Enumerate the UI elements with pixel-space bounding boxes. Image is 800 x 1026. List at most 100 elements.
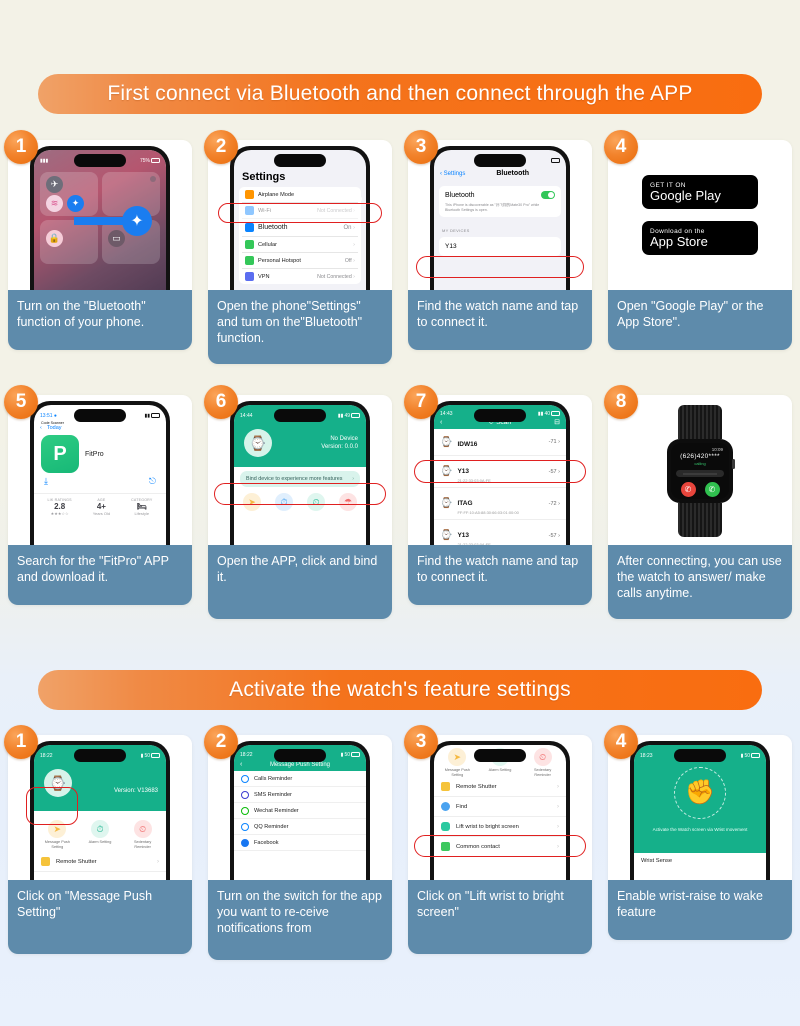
share-icon[interactable]: ⎋ [149,476,156,487]
row-label: Airplane Mode [258,191,295,198]
download-icon[interactable]: ⤓ [44,476,48,487]
cellular-icon [245,240,254,249]
rotation-lock-icon[interactable]: 🔒 [46,230,63,247]
back-icon[interactable]: ‹ [440,419,442,426]
tile-sedentary[interactable]: ⏲ Sedentary Reminder [526,748,560,777]
back-icon[interactable]: ‹ [240,761,242,768]
step-card-8[interactable]: 8 10:09 (626)420**** calling ✆ ✆ After c… [600,385,800,619]
tile-message-push[interactable]: ➤ [236,493,268,513]
device-row[interactable]: ⌚ Y13 21:22:33:03:0A:FE -57 › [434,520,566,545]
step-card-1[interactable]: 1 ▮▮▮ 75% ✈ ≋ ✦ 🔒 ▭ ✦ Turn on the "Bluet… [0,130,200,364]
device-row[interactable]: ⌚ ITAG FF:FF:10:A5:88:30:66:03:01:00:00 … [434,488,566,520]
wifi-icon[interactable]: ≋ [46,195,63,212]
watch-icon: ⌚ [440,530,453,541]
settings-row-vpn[interactable]: VPN Not Connected › [242,269,358,284]
volume-slider[interactable] [676,470,724,477]
tile-message-push[interactable]: ➤ Message Push Setting [40,820,74,849]
battery-label: 75% [139,157,150,164]
step-card-7[interactable]: 7 14:43 ▮▮ 40 ‹ ⟳ Scan ⊟ ⌚ IDW16 -71 › ⌚… [400,385,600,619]
settings-row-airplane[interactable]: Airplane Mode [242,187,362,203]
tile-message-push[interactable]: ➤ Message Push Setting [440,748,474,777]
device-rssi: -72 [548,500,557,507]
tile-sedentary[interactable]: ⏲ [300,493,332,513]
phone-frame: 18:23 ▮ 50 ✊ Activate the Watch screen v… [630,741,770,880]
feature-card-4[interactable]: 4 18:23 ▮ 50 ✊ Activate the Watch screen… [600,725,800,960]
chevron-right-icon: › [557,783,559,790]
row-label: VPN [258,273,270,280]
airplane-mode-icon[interactable]: ✈ [46,176,63,193]
google-play-badge[interactable]: GET IT ON Google Play [642,175,758,209]
watch-screen: 10:09 (626)420**** calling ✆ ✆ [671,443,729,499]
app-name: FitPro [85,450,104,458]
phone-notch [674,749,726,762]
orientation-tile[interactable]: 🔒 [40,220,98,264]
nav-title: Bluetooth [496,170,530,177]
screen-mirroring-icon[interactable]: ▭ [108,230,125,247]
bluetooth-toggle[interactable] [541,191,555,199]
settings-row-cellular[interactable]: Cellular › [242,237,358,253]
step-card-3[interactable]: 3 ‹ Settings Bluetooth Bluetooth This iP… [400,130,600,364]
tile-alarm[interactable]: ⏱ [268,493,300,513]
message-push-icon: ➤ [243,493,261,511]
smartwatch-screenshot: 10:09 (626)420**** calling ✆ ✆ [608,395,792,545]
row-value: Off [344,257,352,264]
feature-card-3[interactable]: 3 ➤ Message Push Setting ⏱ Alarm Setti [400,725,600,960]
step-card-2[interactable]: 2 Settings Airplane Mode Wi-Fi Not Conne… [200,130,400,364]
signal-icon: ▮▮▮ [40,157,49,164]
feature-row-find[interactable]: Find › [434,797,566,818]
clock-label: 18:22 [240,751,253,758]
step-card-6[interactable]: 6 14:44 ▮▮ 49 ⌚ No Device Version: 0.0.0… [200,385,400,619]
push-row-qq[interactable]: QQ Reminder [234,819,366,835]
push-row-sms[interactable]: SMS Reminder [234,787,366,803]
meta-age: AGE 4+ Years Old [92,498,111,516]
device-row-y13[interactable]: Y13 [439,237,561,256]
steps-row-2: 5 13:51 ● ▮▮ Code Scanner ‹ Today P FitP… [0,385,800,619]
wrist-sense-row[interactable]: Wrist Sense [634,853,766,869]
step-card-5[interactable]: 5 13:51 ● ▮▮ Code Scanner ‹ Today P FitP… [0,385,200,619]
row-label: QQ Reminder [254,823,289,830]
watch-crown[interactable] [732,459,735,469]
phone-notch [474,749,526,762]
feature-row-lift-wrist[interactable]: Lift wrist to bright screen › [434,817,566,838]
feature-row-common-contact[interactable]: Common contact › [434,837,566,858]
bluetooth-row-label: Bluetooth [445,191,475,199]
settings-row-hotspot[interactable]: Personal Hotspot Off › [242,253,358,269]
step-caption: Click on "Lift wrist to bright screen" [408,880,592,954]
tile-label: Sedentary Reminder [533,768,552,777]
feature-card-1[interactable]: 1 18:22 ▮ 50 ⌚ Version: V13683 ➤ Message… [0,725,200,960]
step-badge: 1 [4,130,38,164]
tile-sedentary[interactable]: ⏲ Sedentary Reminder [126,820,160,849]
feature-row-remote-shutter[interactable]: Remote Shutter › [34,852,166,873]
tile-alarm[interactable]: ⏱ Alarm Setting [83,820,117,849]
bluetooth-icon[interactable]: ✦ [67,195,84,212]
connectivity-tile[interactable]: ✈ ≋ ✦ [40,172,98,216]
qq-reminder-icon [241,822,249,831]
feature-row-remote-shutter[interactable]: Remote Shutter › [434,777,566,798]
push-row-facebook[interactable]: Facebook [234,835,366,851]
tile-label: Message Push Setting [444,768,470,777]
push-row-wechat[interactable]: Wechat Reminder [234,803,366,819]
step-card-4[interactable]: 4 GET IT ON Google Play Download on the … [600,130,800,364]
phone-notch [74,409,126,422]
app-store-badge[interactable]: Download on the App Store [642,221,758,255]
bind-device-row[interactable]: Bind device to experience more features … [240,471,360,487]
device-row[interactable]: ⌚ IDW16 -71 › [434,429,566,456]
settings-row-wifi[interactable]: Wi-Fi Not Connected › [242,203,358,219]
feature-card-2[interactable]: 2 18:22 ▮ 50 ‹ Message Push Setting Call… [200,725,400,960]
accept-call-button[interactable]: ✆ [704,482,720,497]
row-label: Facebook [254,839,279,846]
smartwatch: 10:09 (626)420**** calling ✆ ✆ [667,405,735,537]
decline-call-button[interactable]: ✆ [680,482,696,497]
phone-notch [474,154,526,167]
push-row-calls[interactable]: Calls Reminder [234,771,366,787]
bluetooth-callout-line [74,217,124,225]
settings-row-bluetooth[interactable]: Bluetooth On › [242,219,358,237]
row-label: Remote Shutter [456,783,497,790]
caller-number: (626)420**** [680,453,720,460]
phone-frame: 14:43 ▮▮ 40 ‹ ⟳ Scan ⊟ ⌚ IDW16 -71 › ⌚ Y… [430,401,570,545]
steps-row-1: 1 ▮▮▮ 75% ✈ ≋ ✦ 🔒 ▭ ✦ Turn on the "Bluet… [0,130,800,364]
back-button[interactable]: ‹ Settings [440,171,465,177]
device-row[interactable]: ⌚ Y13 21:22:33:03:0A:FE -57 › [434,456,566,488]
message-push-icon: ➤ [448,748,467,766]
tile-find[interactable]: ☂ [332,493,364,513]
